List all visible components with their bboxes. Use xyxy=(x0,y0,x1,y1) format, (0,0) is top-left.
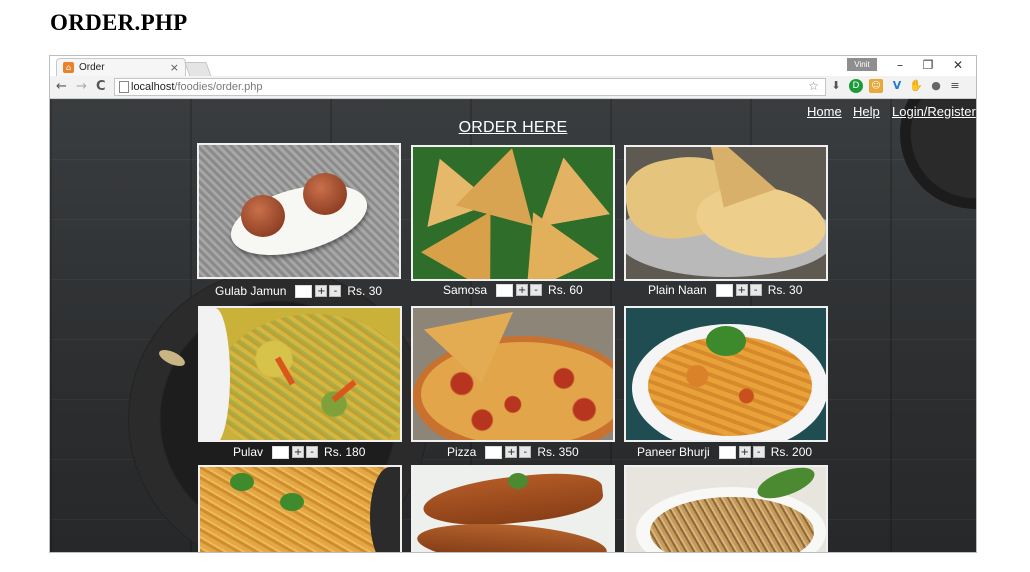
download-icon[interactable]: ⬇ xyxy=(829,79,843,93)
back-icon[interactable]: ← xyxy=(56,79,67,95)
item-name: Pizza xyxy=(447,445,477,459)
decrement-button[interactable]: - xyxy=(329,285,342,297)
decrement-button[interactable]: - xyxy=(749,284,762,296)
restore-button[interactable]: ❐ xyxy=(914,56,942,74)
new-tab-button[interactable] xyxy=(184,62,212,77)
nav-help[interactable]: Help xyxy=(853,104,880,119)
close-window-button[interactable]: ✕ xyxy=(944,56,972,74)
increment-button[interactable]: + xyxy=(292,446,305,458)
increment-button[interactable]: + xyxy=(315,285,328,297)
item-price: Rs. 30 xyxy=(767,283,803,297)
decrement-button[interactable]: - xyxy=(306,446,319,458)
food-image-paneer-bhurji xyxy=(624,306,828,442)
extension-bulb-icon[interactable]: ● xyxy=(929,79,943,93)
menu-item-samosa: Samosa + - Rs. 60 xyxy=(443,282,583,298)
food-image-biryani xyxy=(198,465,402,552)
menu-item-paneer-bhurji: Paneer Bhurji + - Rs. 200 xyxy=(637,444,812,460)
decrement-button[interactable]: - xyxy=(519,446,532,458)
quantity-input[interactable] xyxy=(295,284,313,298)
quantity-input[interactable] xyxy=(272,445,290,459)
extension-hand-icon[interactable]: ✋ xyxy=(909,79,923,93)
decrement-button[interactable]: - xyxy=(530,284,543,296)
quantity-input[interactable] xyxy=(485,445,503,459)
page-viewport: Home Help Login/Register ORDER HERE Gula… xyxy=(50,99,976,552)
forward-icon[interactable]: → xyxy=(76,79,87,95)
extension-face-icon[interactable]: ☺ xyxy=(869,79,883,93)
document-title: ORDER.PHP xyxy=(50,10,188,35)
menu-item-pulav: Pulav + - Rs. 180 xyxy=(233,444,365,460)
item-name: Paneer Bhurji xyxy=(637,445,710,459)
item-price: Rs. 350 xyxy=(537,445,579,459)
increment-button[interactable]: + xyxy=(735,284,748,296)
nav-home[interactable]: Home xyxy=(807,104,842,119)
reload-icon[interactable]: C xyxy=(96,79,106,95)
menu-item-plain-naan: Plain Naan + - Rs. 30 xyxy=(648,282,802,298)
profile-badge[interactable]: Vinit xyxy=(847,58,877,71)
food-image-noodles xyxy=(624,465,828,552)
item-name: Plain Naan xyxy=(648,283,707,297)
quantity-input[interactable] xyxy=(496,283,514,297)
menu-item-gulab-jamun: Gulab Jamun + - Rs. 30 xyxy=(215,283,382,299)
quantity-input[interactable] xyxy=(715,283,733,297)
item-price: Rs. 60 xyxy=(548,283,583,297)
order-heading: ORDER HERE xyxy=(458,119,568,136)
tab-order[interactable]: ⌂ Order × xyxy=(56,58,186,77)
food-image-samosa xyxy=(411,145,615,281)
favicon-icon: ⌂ xyxy=(63,62,74,73)
item-price: Rs. 200 xyxy=(770,445,813,459)
increment-button[interactable]: + xyxy=(505,446,518,458)
extension-green-icon[interactable]: D xyxy=(849,79,863,93)
url-text: localhost/foodies/order.php xyxy=(131,81,263,93)
item-price: Rs. 180 xyxy=(324,445,366,459)
food-image-gulab-jamun xyxy=(197,143,401,279)
page-icon xyxy=(119,81,129,93)
food-image-plain-naan xyxy=(624,145,828,281)
item-name: Gulab Jamun xyxy=(215,284,287,298)
quantity-input[interactable] xyxy=(718,445,736,459)
food-image-pulav xyxy=(198,306,402,442)
increment-button[interactable]: + xyxy=(738,446,751,458)
address-bar[interactable]: localhost/foodies/order.php ☆ xyxy=(114,78,826,96)
food-image-pizza xyxy=(411,306,615,442)
tab-title: Order xyxy=(79,62,105,73)
item-price: Rs. 30 xyxy=(347,284,383,298)
tab-close-icon[interactable]: × xyxy=(170,61,179,74)
item-name: Samosa xyxy=(443,283,488,297)
nav-login-register[interactable]: Login/Register xyxy=(892,104,976,119)
minimize-button[interactable]: – xyxy=(886,56,914,74)
decrement-button[interactable]: - xyxy=(752,446,765,458)
menu-item-pizza: Pizza + - Rs. 350 xyxy=(447,444,579,460)
extension-v-icon[interactable]: V xyxy=(890,79,904,93)
tab-strip: ⌂ Order × Vinit – ❐ ✕ xyxy=(50,56,976,77)
item-name: Pulav xyxy=(233,445,264,459)
bookmark-star-icon[interactable]: ☆ xyxy=(808,79,819,93)
browser-window: ⌂ Order × Vinit – ❐ ✕ ← → C localhost/fo… xyxy=(49,55,977,553)
browser-toolbar: ← → C localhost/foodies/order.php ☆ ⬇ D … xyxy=(50,76,976,99)
food-image-fish-fry xyxy=(411,465,615,552)
chrome-menu-icon[interactable]: ≡ xyxy=(948,79,962,93)
increment-button[interactable]: + xyxy=(516,284,529,296)
